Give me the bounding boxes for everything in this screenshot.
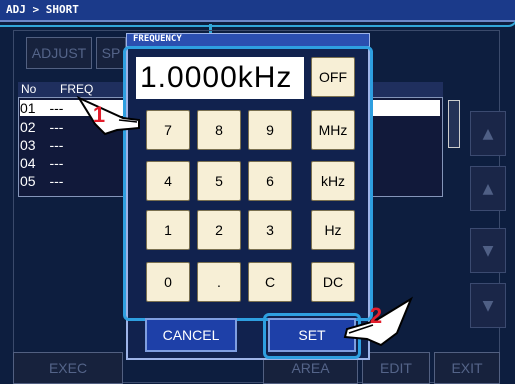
- row-no: 02: [20, 119, 36, 135]
- sp-button[interactable]: SP: [96, 37, 126, 69]
- key-8[interactable]: 8: [197, 110, 241, 150]
- list-item[interactable]: 02 ---: [20, 119, 63, 135]
- dialog-title: FREQUENCY: [133, 34, 182, 44]
- hz-key[interactable]: Hz: [311, 210, 355, 250]
- list-item[interactable]: 04 ---: [20, 155, 63, 171]
- chevron-up-icon: ▲: [482, 125, 494, 142]
- scroll-top-button[interactable]: ▲: [470, 111, 506, 156]
- chevron-down-icon: ▼: [482, 242, 494, 259]
- list-item[interactable]: 03 ---: [20, 137, 63, 153]
- list-item[interactable]: 05 ---: [20, 173, 63, 189]
- key-5[interactable]: 5: [197, 161, 241, 201]
- row-freq: ---: [49, 100, 64, 116]
- key-9[interactable]: 9: [248, 110, 292, 150]
- row-no: 05: [20, 173, 36, 189]
- step-2-badge: 2: [369, 303, 383, 328]
- adjust-button[interactable]: ADJUST: [26, 37, 92, 69]
- step-1-badge: 1: [92, 102, 106, 127]
- row-freq: ---: [49, 119, 64, 135]
- chevron-down-icon: ▼: [482, 297, 494, 314]
- key-2[interactable]: 2: [197, 210, 241, 250]
- key-1[interactable]: 1: [146, 210, 190, 250]
- dialog-title-bar: FREQUENCY: [126, 33, 370, 47]
- key-0[interactable]: 0: [146, 262, 190, 302]
- key-7[interactable]: 7: [146, 110, 190, 150]
- key-3[interactable]: 3: [248, 210, 292, 250]
- scroll-bottom-button[interactable]: ▼: [470, 283, 506, 328]
- callout-box: [0, 0, 515, 27]
- header-no: No: [21, 82, 37, 96]
- row-freq: ---: [49, 155, 64, 171]
- exec-button[interactable]: EXEC: [13, 352, 123, 384]
- exit-button[interactable]: EXIT: [434, 352, 500, 384]
- row-freq: ---: [49, 137, 64, 153]
- frequency-display: 1.0000kHz: [136, 57, 304, 99]
- scrollbar[interactable]: [448, 100, 460, 148]
- key-4[interactable]: 4: [146, 161, 190, 201]
- row-no: 04: [20, 155, 36, 171]
- page-down-button[interactable]: ▼: [470, 228, 506, 273]
- cancel-button[interactable]: CANCEL: [145, 318, 237, 352]
- row-no: 01: [20, 100, 36, 116]
- key-6[interactable]: 6: [248, 161, 292, 201]
- clear-key[interactable]: C: [248, 262, 292, 302]
- chevron-up-icon: ▲: [482, 180, 494, 197]
- khz-key[interactable]: kHz: [311, 161, 355, 201]
- off-key[interactable]: OFF: [311, 57, 355, 97]
- page-up-button[interactable]: ▲: [470, 166, 506, 211]
- decimal-key[interactable]: .: [197, 262, 241, 302]
- row-no: 03: [20, 137, 36, 153]
- row-freq: ---: [49, 173, 64, 189]
- edit-button[interactable]: EDIT: [362, 352, 430, 384]
- mhz-key[interactable]: MHz: [311, 110, 355, 150]
